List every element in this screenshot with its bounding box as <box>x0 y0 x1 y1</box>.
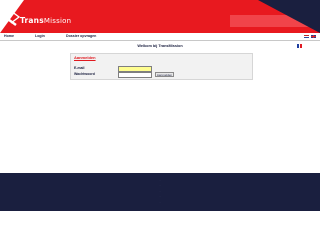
header-dark-corner <box>258 0 320 33</box>
logo-chevron-icon <box>2 8 21 26</box>
header-banner: TransMission <box>0 0 320 33</box>
login-title: Aanmelden <box>74 55 96 60</box>
nav-login-link[interactable]: Login <box>35 33 45 40</box>
email-label: E-mail <box>74 66 85 70</box>
password-label: Wachtwoord <box>74 72 95 76</box>
transmission-logo[interactable]: TransMission <box>2 6 72 28</box>
logo-part-trans: Trans <box>20 16 44 25</box>
en-flag-icon[interactable] <box>311 34 316 38</box>
login-submit-button[interactable]: Aanmelden <box>155 72 174 77</box>
login-form: Aanmelden E-mail Wachtwoord Aanmelden <box>70 53 253 80</box>
footer-line-5: · <box>159 200 161 204</box>
footer: · · · · · <box>0 173 320 211</box>
welcome-heading: Welkom bij TransMission <box>137 44 183 48</box>
password-field[interactable] <box>118 72 152 78</box>
nav-home-link[interactable]: Home <box>4 33 14 40</box>
footer-lines: · · · · · <box>0 178 320 205</box>
nav-bar: Home Login Dossier opvragen <box>0 33 320 48</box>
nl-flag-icon[interactable] <box>304 34 309 39</box>
logo-part-mission: Mission <box>43 17 72 25</box>
nav-dossier-link[interactable]: Dossier opvragen <box>66 33 96 40</box>
fr-flag-icon[interactable] <box>297 35 302 48</box>
logo-wordmark: TransMission <box>20 16 71 25</box>
